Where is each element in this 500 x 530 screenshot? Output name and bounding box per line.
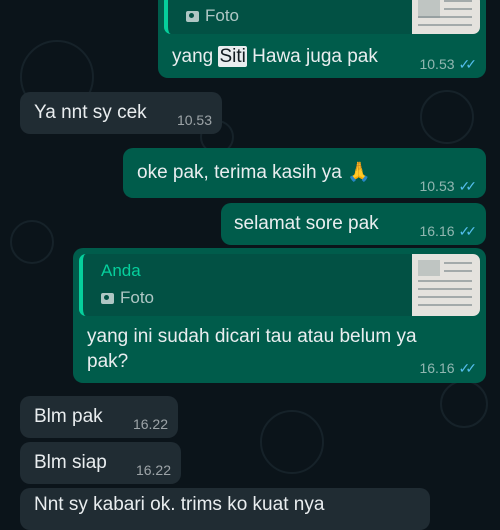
message-time: 10.53 ✓✓ [419, 56, 478, 72]
double-check-icon: ✓✓ [458, 223, 478, 239]
quote-author: Anda [101, 261, 141, 280]
incoming-message[interactable]: Blm pak 16.22 [20, 396, 178, 438]
message-text: Blm siap [34, 452, 107, 473]
message-text: selamat sore pak [234, 213, 379, 234]
camera-icon [101, 293, 114, 304]
message-time: 16.16 ✓✓ [419, 223, 478, 239]
outgoing-message[interactable]: Foto yang Siti Hawa juga pak 10.53 ✓✓ [158, 0, 486, 78]
double-check-icon: ✓✓ [458, 56, 478, 72]
quote-type: Foto [186, 6, 239, 26]
double-check-icon: ✓✓ [458, 178, 478, 194]
search-highlight: Siti [218, 46, 247, 67]
message-time: 10.53 [176, 112, 212, 128]
photo-thumbnail [412, 0, 480, 34]
message-text: oke pak, terima kasih ya 🙏 [137, 162, 371, 183]
incoming-message[interactable]: Blm siap 16.22 [20, 442, 181, 484]
message-time: 10.53 ✓✓ [419, 178, 478, 194]
message-time: 16.22 [135, 462, 171, 478]
quoted-photo-reply[interactable]: Foto [164, 0, 480, 34]
message-text-line: yang ini sudah dicari tau atau belum ya [87, 326, 417, 347]
message-text: yang Siti Hawa juga pak [172, 46, 378, 67]
message-text: Blm pak [34, 406, 103, 427]
camera-icon [186, 11, 199, 22]
quoted-photo-reply[interactable]: Anda Foto [79, 254, 480, 316]
message-text-line: pak? [87, 351, 129, 372]
outgoing-message[interactable]: selamat sore pak 16.16 ✓✓ [221, 203, 486, 245]
double-check-icon: ✓✓ [458, 360, 478, 376]
message-time: 16.16 ✓✓ [419, 360, 478, 376]
incoming-message[interactable]: Nnt sy kabari ok. trims ko kuat nya [20, 488, 430, 530]
photo-thumbnail [412, 254, 480, 316]
incoming-message[interactable]: Ya nnt sy cek 10.53 [20, 92, 222, 134]
outgoing-message[interactable]: oke pak, terima kasih ya 🙏 10.53 ✓✓ [123, 148, 486, 198]
quote-type: Foto [101, 288, 154, 308]
message-text: Ya nnt sy cek [34, 102, 147, 123]
message-time: 16.22 [132, 416, 168, 432]
outgoing-message[interactable]: Anda Foto yang ini sudah dicari tau atau… [73, 248, 486, 383]
message-text: Nnt sy kabari ok. trims ko kuat nya [34, 494, 325, 515]
